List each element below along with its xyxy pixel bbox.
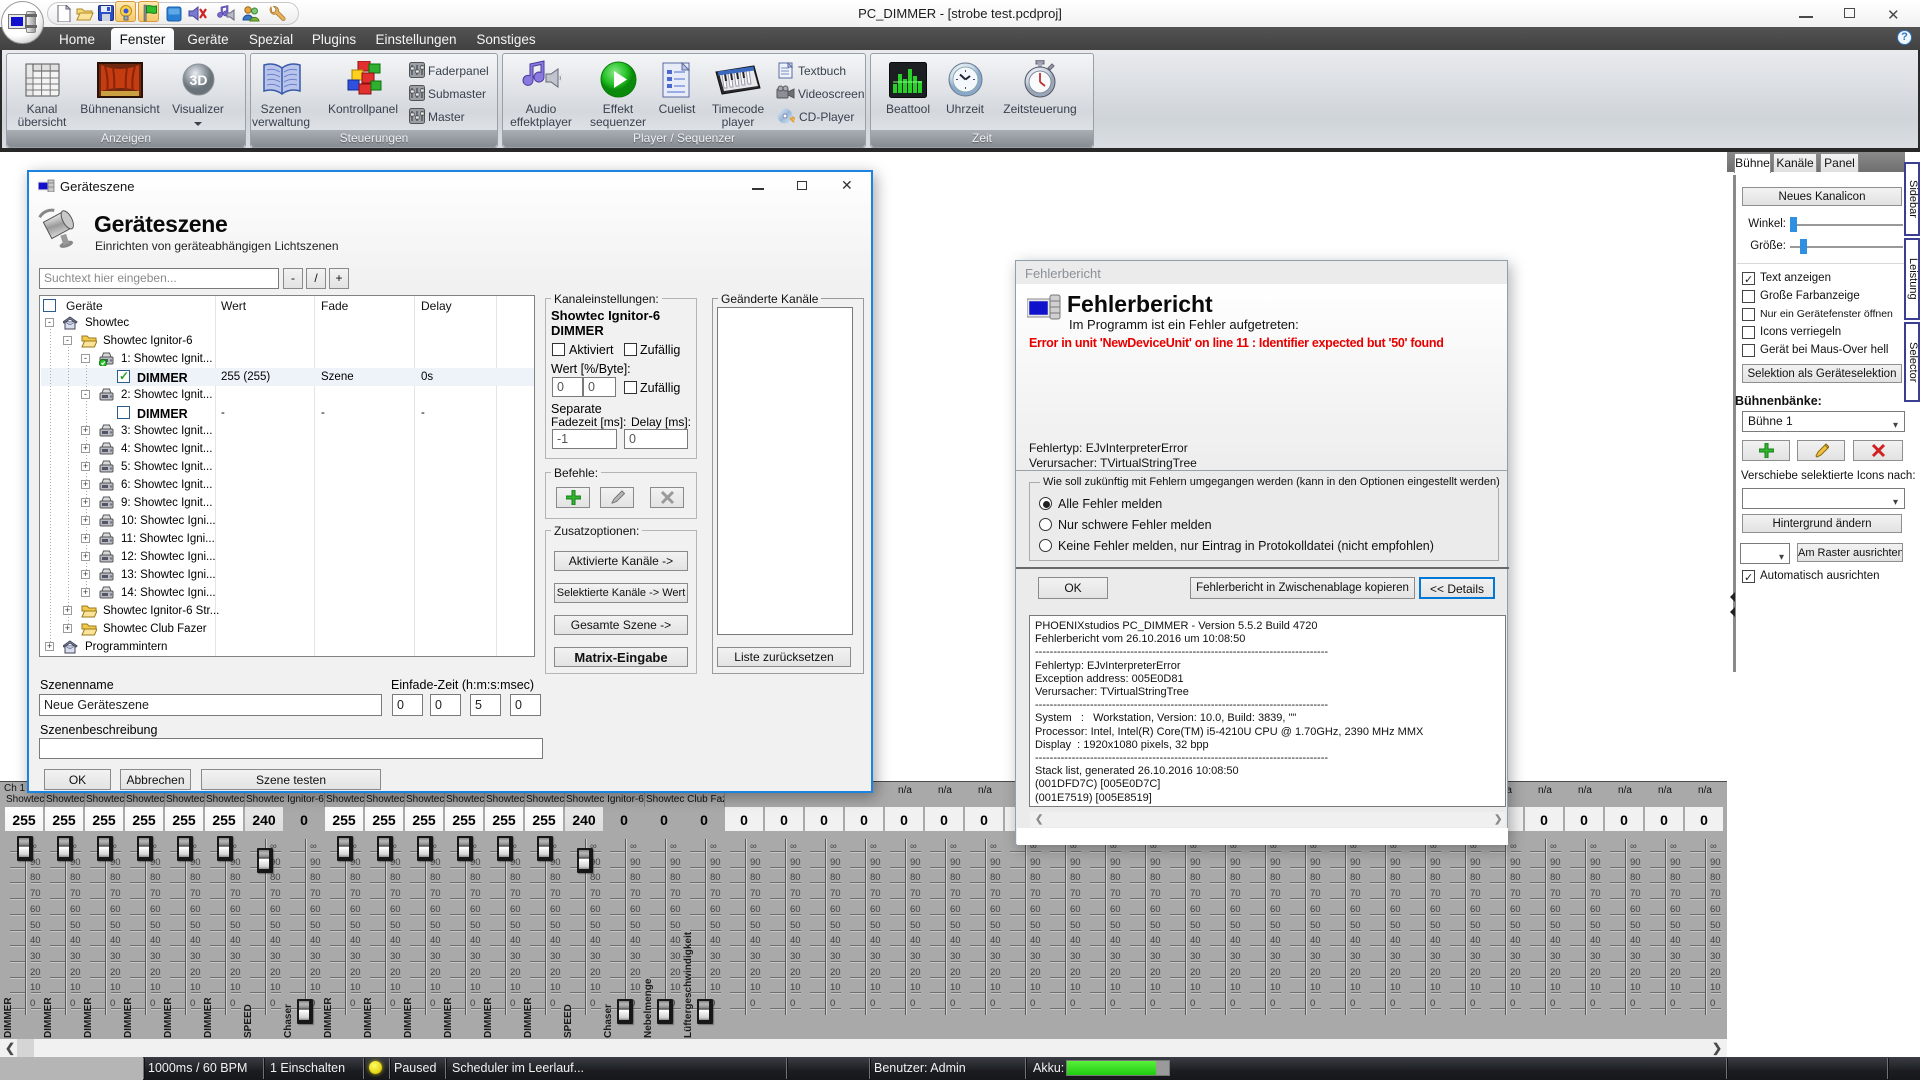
svg-text:3D: 3D: [190, 72, 208, 88]
